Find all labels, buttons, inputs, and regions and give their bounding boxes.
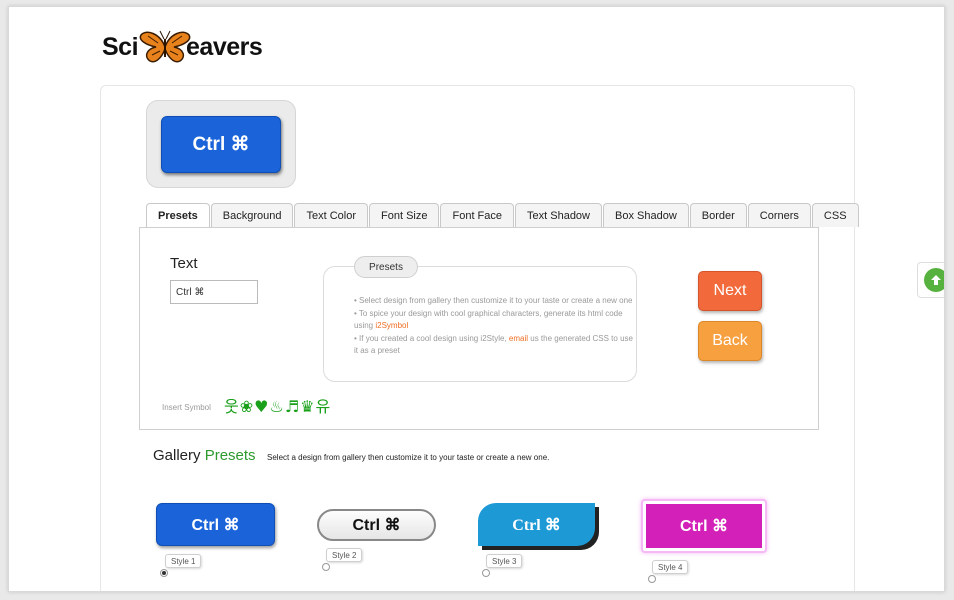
gallery-title-accent: Presets	[204, 447, 256, 464]
info-line-3: • If you created a cool design using i2S…	[354, 333, 634, 357]
style-3-label: Style 3	[486, 554, 523, 568]
tab-border[interactable]: Border	[689, 203, 747, 227]
tab-background[interactable]: Background	[210, 203, 294, 227]
sciweavers-logo[interactable]: Sci eavers	[102, 27, 263, 67]
style-4-inner: Ctrl ⌘	[646, 504, 762, 548]
info-line-2: • To spice your design with cool graphic…	[354, 308, 634, 332]
presets-info-box: Presets • Select design from gallery the…	[323, 256, 637, 382]
gallery-title: Gallery Presets	[153, 447, 256, 464]
preview-area: Ctrl ⌘	[146, 100, 296, 188]
tab-text-color[interactable]: Text Color	[294, 203, 369, 227]
info-line-3-text: • If you created a cool design using i2S…	[354, 334, 509, 343]
text-label: Text	[170, 255, 198, 272]
info-text: • Select design from gallery then custom…	[354, 295, 634, 358]
insert-symbol-label: Insert Symbol	[162, 403, 211, 412]
logo-text-right: eavers	[186, 32, 263, 61]
arrow-up-icon	[923, 268, 944, 292]
next-button[interactable]: Next	[698, 271, 762, 311]
info-line-1: • Select design from gallery then custom…	[354, 296, 633, 305]
style-1-label: Style 1	[165, 554, 202, 568]
tab-font-face[interactable]: Font Face	[440, 203, 515, 227]
style-1-preview[interactable]: Ctrl ⌘	[156, 503, 275, 546]
preview-button[interactable]: Ctrl ⌘	[161, 116, 281, 173]
text-input[interactable]	[170, 280, 258, 304]
browser-frame: Sci eavers Ctrl ⌘ Presets Background Tex…	[8, 6, 945, 592]
tab-corners[interactable]: Corners	[747, 203, 811, 227]
i2symbol-link[interactable]: i2Symbol	[375, 321, 408, 330]
style-2-label: Style 2	[326, 548, 363, 562]
info-box-title: Presets	[354, 256, 418, 278]
style-4-label: Style 4	[652, 560, 689, 574]
style-3-radio[interactable]	[482, 569, 490, 577]
logo-text-left: Sci	[102, 32, 139, 61]
tab-box-shadow[interactable]: Box Shadow	[603, 203, 689, 227]
property-tabs: Presets Background Text Color Font Size …	[146, 203, 860, 228]
style-1-radio[interactable]	[160, 569, 168, 577]
email-link[interactable]: email	[509, 334, 528, 343]
style-4-radio[interactable]	[648, 575, 656, 583]
tab-font-size[interactable]: Font Size	[369, 203, 440, 227]
style-3-preview[interactable]: Ctrl ⌘	[478, 503, 595, 546]
style-2-radio[interactable]	[322, 563, 330, 571]
style-2-preview[interactable]: Ctrl ⌘	[317, 509, 436, 541]
tab-text-shadow[interactable]: Text Shadow	[515, 203, 602, 227]
butterfly-icon	[139, 30, 191, 63]
style-4-preview[interactable]: Ctrl ⌘	[641, 499, 767, 553]
symbol-picker[interactable]: 웃❀♥♨♬♛유	[224, 393, 331, 417]
back-button[interactable]: Back	[698, 321, 762, 361]
tab-css[interactable]: CSS	[811, 203, 859, 227]
scroll-to-top-widget[interactable]	[917, 262, 944, 298]
tab-presets[interactable]: Presets	[146, 203, 210, 228]
gallery-subtitle: Select a design from gallery then custom…	[267, 453, 550, 462]
gallery-title-text: Gallery	[153, 447, 201, 464]
presets-panel: Text Presets • Select design from galler…	[139, 227, 819, 430]
